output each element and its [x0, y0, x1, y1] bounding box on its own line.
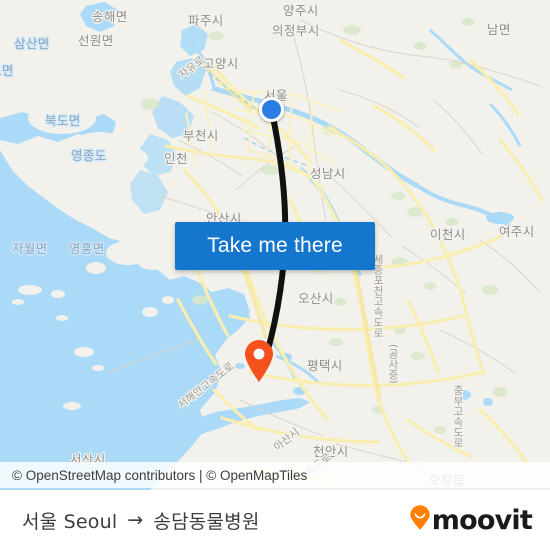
arrow-right-icon: → — [127, 508, 144, 531]
footer-bar: 서울 Seoul → 송담동물병원 moovit — [0, 490, 550, 550]
route-origin-label: 서울 Seoul — [22, 510, 118, 533]
take-me-there-button[interactable]: Take me there — [175, 222, 375, 270]
attribution-text[interactable]: © OpenStreetMap contributors | © OpenMap… — [12, 468, 307, 483]
moovit-pin-icon — [409, 504, 431, 536]
origin-marker[interactable] — [259, 97, 284, 122]
moovit-wordmark: moovit — [431, 504, 533, 536]
map-attribution: © OpenStreetMap contributors | © OpenMap… — [0, 462, 550, 488]
moovit-logo[interactable]: moovit — [409, 504, 533, 536]
route-summary: 서울 Seoul → 송담동물병원 — [22, 507, 260, 534]
map-canvas[interactable]: 송해면선원면삼산면도면파주시양주시의정부시남면고양시자유로서울부천시인천북도면영… — [0, 0, 550, 490]
route-destination-label: 송담동물병원 — [153, 510, 260, 533]
map-share-card: 송해면선원면삼산면도면파주시양주시의정부시남면고양시자유로서울부천시인천북도면영… — [0, 0, 550, 550]
destination-marker[interactable] — [243, 339, 275, 383]
